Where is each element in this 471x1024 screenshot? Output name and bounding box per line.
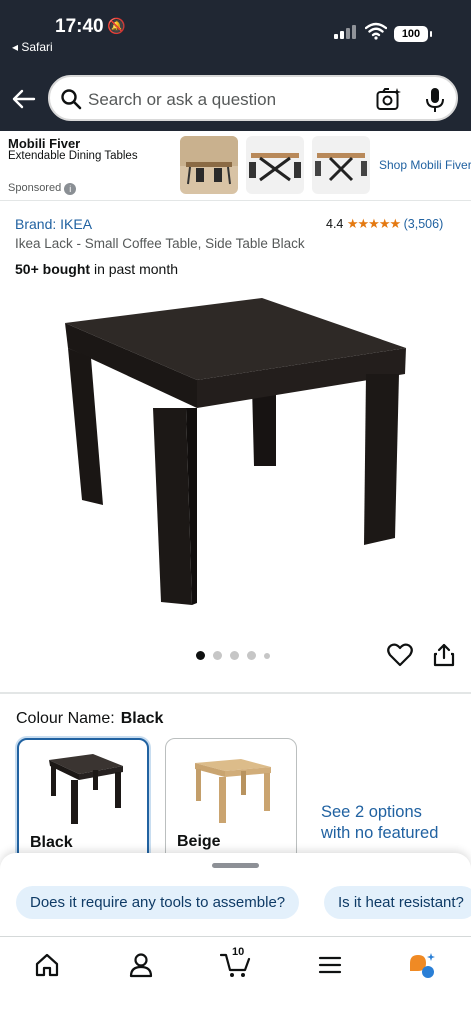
star-rating-icon: ★★★★★ bbox=[346, 216, 401, 231]
section-divider bbox=[0, 692, 471, 694]
search-bar[interactable]: Search or ask a question bbox=[48, 75, 458, 121]
battery-indicator: 100 bbox=[394, 26, 432, 42]
carousel-dot[interactable] bbox=[213, 651, 222, 660]
home-icon[interactable] bbox=[33, 951, 61, 979]
rating-summary[interactable]: 4.4 ★★★★★ (3,506) bbox=[326, 216, 443, 232]
signal-icon bbox=[334, 25, 356, 39]
wifi-icon bbox=[365, 22, 387, 40]
sponsored-brand: Mobili Fiver bbox=[8, 136, 81, 151]
share-icon[interactable] bbox=[433, 643, 455, 667]
status-time: 17:40 bbox=[55, 16, 104, 37]
back-to-safari-link[interactable]: ◂ Safari bbox=[12, 40, 53, 54]
colour-option-beige[interactable]: Beige bbox=[165, 738, 297, 863]
black-table-thumbnail bbox=[49, 754, 123, 824]
review-count[interactable]: (3,506) bbox=[404, 217, 444, 231]
rufus-icon[interactable] bbox=[407, 951, 435, 979]
back-arrow-icon[interactable] bbox=[10, 86, 36, 112]
colour-option-label: Beige bbox=[177, 833, 221, 850]
carousel-dot[interactable] bbox=[230, 651, 239, 660]
carousel-dot[interactable] bbox=[196, 651, 205, 660]
colour-option-label: Black bbox=[30, 834, 73, 851]
colour-label: Colour Name: Black bbox=[16, 710, 164, 727]
carousel-dot[interactable] bbox=[264, 652, 270, 659]
questions-sheet: Does it require any tools to assemble? I… bbox=[0, 853, 471, 936]
beige-table-thumbnail bbox=[195, 759, 271, 823]
sponsored-image[interactable] bbox=[312, 136, 370, 194]
info-icon: i bbox=[64, 183, 77, 195]
menu-icon[interactable] bbox=[316, 951, 344, 979]
bought-count: 50+ bought in past month bbox=[15, 261, 178, 277]
app-header: 17:40 🔕 ◂ Safari 100 Search or ask a que… bbox=[0, 0, 471, 131]
microphone-icon[interactable] bbox=[425, 87, 445, 113]
image-carousel-dots[interactable] bbox=[196, 651, 270, 660]
search-icon bbox=[61, 89, 82, 110]
question-chip[interactable]: Does it require any tools to assemble? bbox=[16, 886, 300, 919]
sponsored-label[interactable]: Sponsored i bbox=[8, 182, 77, 195]
silent-bell-icon: 🔕 bbox=[107, 18, 126, 35]
bottom-tab-bar: 10 bbox=[0, 936, 471, 1024]
heart-icon[interactable] bbox=[387, 643, 413, 667]
selected-colour: Black bbox=[120, 710, 164, 727]
sponsored-title: Extendable Dining Tables bbox=[8, 150, 138, 162]
cart-count: 10 bbox=[232, 946, 245, 958]
sponsored-image[interactable] bbox=[246, 136, 304, 194]
colour-option-black[interactable]: Black bbox=[17, 738, 149, 863]
account-icon[interactable] bbox=[127, 951, 155, 979]
search-input[interactable]: Search or ask a question bbox=[88, 90, 276, 110]
question-chip[interactable]: Is it heat resistant? bbox=[324, 886, 471, 919]
product-title: Ikea Lack - Small Coffee Table, Side Tab… bbox=[15, 236, 305, 251]
brand-link[interactable]: Brand: IKEA bbox=[15, 216, 92, 232]
sheet-drag-handle[interactable] bbox=[212, 863, 259, 868]
sponsored-image[interactable] bbox=[180, 136, 238, 194]
rating-value: 4.4 bbox=[326, 217, 344, 231]
sponsored-banner[interactable]: Mobili Fiver Extendable Dining Tables Sp… bbox=[0, 131, 471, 201]
product-image[interactable] bbox=[55, 290, 420, 620]
camera-search-icon[interactable] bbox=[376, 87, 402, 111]
carousel-dot[interactable] bbox=[247, 651, 256, 660]
shop-brand-link[interactable]: Shop Mobili Fiver bbox=[379, 158, 471, 172]
